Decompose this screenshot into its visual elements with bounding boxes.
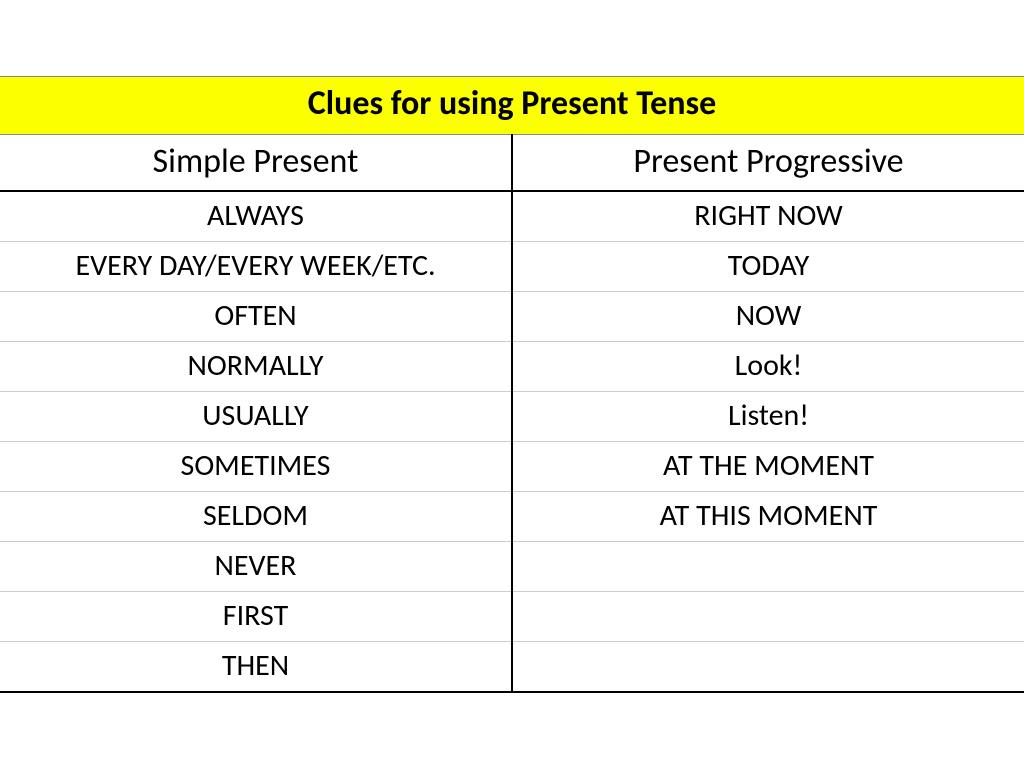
cell-right: now [512,291,1024,341]
cell-left: always [0,191,512,242]
table-row: usuallyListen! [0,391,1024,441]
cell-right: at this moment [512,491,1024,541]
table-row: oftennow [0,291,1024,341]
cell-left: then [0,641,512,692]
cell-left: never [0,541,512,591]
cell-right: right now [512,191,1024,242]
table-row: normallyLook! [0,341,1024,391]
cell-left: every day/every week/etc. [0,241,512,291]
table-row: first [0,591,1024,641]
title-row: Clues for using Present Tense [0,76,1024,134]
cell-right [512,591,1024,641]
cell-left: often [0,291,512,341]
cell-right [512,541,1024,591]
table-row: every day/every week/etc.today [0,241,1024,291]
table-row: sometimesat the moment [0,441,1024,491]
clues-table: Clues for using Present Tense Simple Pre… [0,76,1024,693]
cell-left: seldom [0,491,512,541]
col-header-left: Simple Present [0,134,512,191]
cell-right: today [512,241,1024,291]
cell-left: normally [0,341,512,391]
table-title: Clues for using Present Tense [0,76,1024,134]
cell-left: first [0,591,512,641]
cell-right: at the moment [512,441,1024,491]
cell-right: Look! [512,341,1024,391]
table-row: alwaysright now [0,191,1024,242]
header-row: Simple Present Present Progressive [0,134,1024,191]
cell-right: Listen! [512,391,1024,441]
col-header-right: Present Progressive [512,134,1024,191]
table-row: then [0,641,1024,692]
cell-right [512,641,1024,692]
table-row: never [0,541,1024,591]
table-row: seldomat this moment [0,491,1024,541]
cell-left: sometimes [0,441,512,491]
cell-left: usually [0,391,512,441]
